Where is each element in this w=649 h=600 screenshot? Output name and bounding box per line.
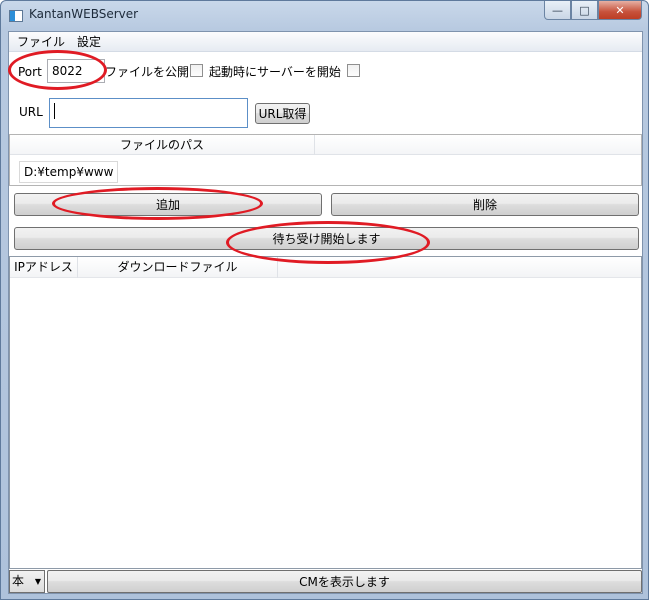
text-caret [54, 103, 55, 119]
show-cm-button[interactable]: CMを表示します [47, 570, 642, 593]
mode-select-value: 本 [12, 574, 25, 588]
footer-bar: 本 ▼ CMを表示します [9, 570, 642, 594]
menu-settings[interactable]: 設定 [77, 33, 101, 50]
window-title: KantanWEBServer [29, 7, 139, 21]
add-button[interactable]: 追加 [14, 193, 322, 216]
column-header-empty[interactable] [315, 135, 641, 155]
start-listening-button[interactable]: 待ち受け開始します [14, 227, 639, 250]
port-label: Port [18, 65, 42, 79]
url-label: URL [19, 105, 43, 119]
app-window: KantanWEBServer — □ ✕ ファイル 設定 Port 8022 … [0, 0, 649, 600]
title-bar: KantanWEBServer — □ ✕ [1, 1, 648, 31]
menu-bar: ファイル 設定 [9, 32, 642, 52]
log-table-header: IPアドレス ダウンロードファイル [10, 257, 641, 278]
column-header-download-file[interactable]: ダウンロードファイル [78, 257, 278, 278]
server-settings-row: Port 8022 ファイルを公開 起動時にサーバーを開始 [9, 54, 642, 90]
path-table: ファイルのパス D:¥temp¥www [9, 134, 642, 186]
delete-button[interactable]: 削除 [331, 193, 639, 216]
publish-file-checkbox[interactable] [190, 64, 203, 77]
publish-file-label: ファイルを公開 [105, 65, 190, 79]
close-icon[interactable]: ✕ [598, 1, 642, 20]
minimize-icon[interactable]: — [544, 1, 571, 20]
column-header-empty[interactable] [278, 257, 641, 278]
path-table-header: ファイルのパス [10, 135, 641, 155]
client-area: ファイル 設定 Port 8022 ファイルを公開 起動時にサーバーを開始 UR… [8, 31, 643, 594]
start-on-launch-label: 起動時にサーバーを開始 [209, 65, 341, 79]
download-log-list[interactable]: IPアドレス ダウンロードファイル [9, 256, 642, 569]
url-input[interactable] [49, 98, 248, 128]
column-header-ip-address[interactable]: IPアドレス [10, 257, 78, 278]
chevron-down-icon: ▼ [34, 577, 41, 586]
maximize-icon[interactable]: □ [571, 1, 598, 20]
path-row-cell[interactable]: D:¥temp¥www [19, 161, 118, 183]
app-icon [9, 10, 23, 22]
column-header-file-path[interactable]: ファイルのパス [10, 135, 315, 155]
mode-select[interactable]: 本 ▼ [9, 570, 45, 593]
port-input[interactable]: 8022 [47, 59, 105, 83]
caption-buttons: — □ ✕ [544, 1, 642, 20]
start-on-launch-checkbox[interactable] [347, 64, 360, 77]
menu-file[interactable]: ファイル [17, 33, 65, 50]
url-fetch-button[interactable]: URL取得 [255, 103, 310, 124]
